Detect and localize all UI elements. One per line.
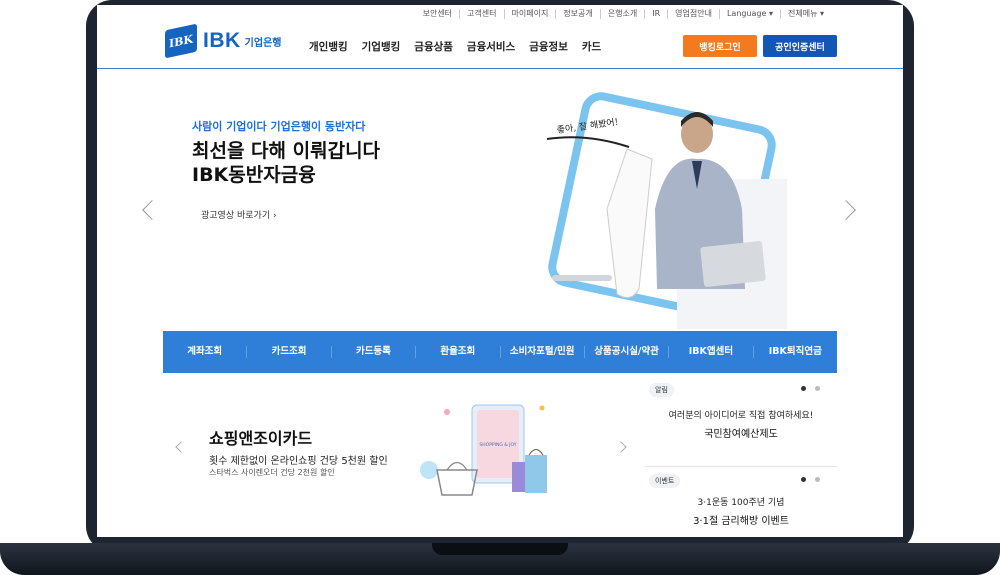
ibk-logo[interactable]: IBK IBK 기업은행: [165, 23, 282, 59]
quick-consumer-portal[interactable]: 소비자포털/민원: [499, 346, 584, 358]
notice-line1: 여러분의 아이디어로 직접 참여하세요!: [668, 411, 814, 421]
notice-item[interactable]: 여러분의 아이디어로 직접 참여하세요! 국민참여예산제도: [645, 408, 837, 440]
util-customer-center[interactable]: 고객센터: [459, 9, 503, 19]
quick-app-center[interactable]: IBK앱센터: [668, 346, 752, 358]
quick-retirement-pension[interactable]: IBK퇴직연금: [752, 346, 837, 358]
utility-bar: 보안센터 고객센터 마이페이지 정보공개 은행소개 IR 영업점안내 Langu…: [416, 9, 831, 19]
ad-video-link[interactable]: 광고영상 바로가기 ›: [201, 208, 277, 221]
shopping-card-illustration: SHOPPING & JOY: [420, 404, 547, 496]
util-info-disclosure[interactable]: 정보공개: [555, 9, 599, 19]
notice-pager: [801, 386, 820, 391]
pager-dot-active[interactable]: [801, 477, 806, 482]
quick-product-disclosure[interactable]: 상품공시실/약관: [583, 346, 668, 358]
event-item[interactable]: 3·1운동 100주년 기념 3·1절 금리해방 이벤트: [645, 495, 837, 527]
notice-line2: 국민참여예산제도: [704, 429, 778, 440]
pager-dot[interactable]: [815, 386, 820, 391]
hero-prev-chevron-left-icon[interactable]: [142, 200, 162, 220]
ibk-logo-mark-icon: IBK: [165, 23, 197, 59]
hero-next-chevron-right-icon[interactable]: [836, 200, 856, 220]
logo-text: IBK: [203, 29, 241, 52]
hero-title: 최선을 다해 이뤄갑니다 IBK동반자금융: [192, 139, 380, 187]
promo-description: 횟수 제한없이 온라인쇼핑 건당 5천원 할인: [209, 456, 388, 467]
hero-title-line2: IBK동반자금융: [192, 164, 316, 186]
hero-subtitle: 사람이 기업이다 기업은행이 동반자다: [192, 120, 366, 133]
promo-note: 스타벅스 사이렌오더 건당 2천원 할인: [209, 468, 335, 477]
util-ir[interactable]: IR: [644, 9, 667, 19]
laptop-notch: [432, 543, 568, 555]
nav-corporate-banking[interactable]: 기업뱅킹: [362, 39, 401, 54]
nav-card[interactable]: 카드: [582, 39, 601, 54]
util-my-page[interactable]: 마이페이지: [503, 9, 556, 19]
quick-card-inquiry[interactable]: 카드조회: [246, 346, 330, 358]
util-bank-intro[interactable]: 은행소개: [599, 9, 644, 19]
quick-exchange-rate[interactable]: 환율조회: [415, 346, 499, 358]
promo-prev-chevron-left-icon[interactable]: [175, 441, 187, 453]
util-language[interactable]: Language ▾: [718, 9, 780, 19]
event-pager: [801, 477, 820, 482]
util-security-center[interactable]: 보안센터: [416, 9, 459, 19]
util-branch-guide[interactable]: 영업점안내: [667, 9, 719, 19]
quick-card-register[interactable]: 카드등록: [330, 346, 415, 358]
notice-divider: [645, 466, 837, 467]
scroll-handwriting: 좋아, 잘 해봤어!: [556, 116, 619, 136]
promo-next-chevron-right-icon[interactable]: [615, 441, 627, 453]
certificate-center-button[interactable]: 공인인증센터: [763, 35, 837, 57]
promo-title[interactable]: 쇼핑앤조이카드: [209, 425, 312, 449]
browser-screen: 보안센터 고객센터 마이페이지 정보공개 은행소개 IR 영업점안내 Langu…: [97, 5, 903, 537]
util-all-menu[interactable]: 전체메뉴 ▾: [780, 9, 831, 19]
nav-financial-products[interactable]: 금융상품: [414, 39, 453, 54]
event-line2: 3·1절 금리해방 이벤트: [693, 516, 789, 527]
notice-badge: 알림: [649, 383, 674, 397]
header-divider: [97, 68, 903, 69]
main-nav: 개인뱅킹 기업뱅킹 금융상품 금융서비스 금융정보 카드: [309, 39, 601, 54]
laptop-frame: 보안센터 고객센터 마이페이지 정보공개 은행소개 IR 영업점안내 Langu…: [0, 0, 1000, 575]
hero-illustration: 좋아, 잘 해봤어!: [546, 92, 787, 329]
pager-dot-active[interactable]: [801, 386, 806, 391]
pager-dot[interactable]: [815, 477, 820, 482]
nav-financial-services[interactable]: 금융서비스: [467, 39, 515, 54]
nav-personal-banking[interactable]: 개인뱅킹: [309, 39, 348, 54]
event-badge: 이벤트: [649, 474, 681, 488]
quick-account-inquiry[interactable]: 계좌조회: [163, 346, 246, 358]
banking-login-button[interactable]: 뱅킹로그인: [683, 35, 757, 57]
hero-title-line1: 최선을 다해 이뤄갑니다: [192, 140, 381, 162]
logo-subtext: 기업은행: [244, 37, 282, 49]
card-label: SHOPPING & JOY: [479, 442, 516, 448]
nav-financial-info[interactable]: 금융정보: [529, 39, 568, 54]
quick-menu-bar: 계좌조회 카드조회 카드등록 환율조회 소비자포털/민원 상품공시실/약관 IB…: [163, 331, 837, 373]
event-line1: 3·1운동 100주년 기념: [697, 498, 785, 508]
